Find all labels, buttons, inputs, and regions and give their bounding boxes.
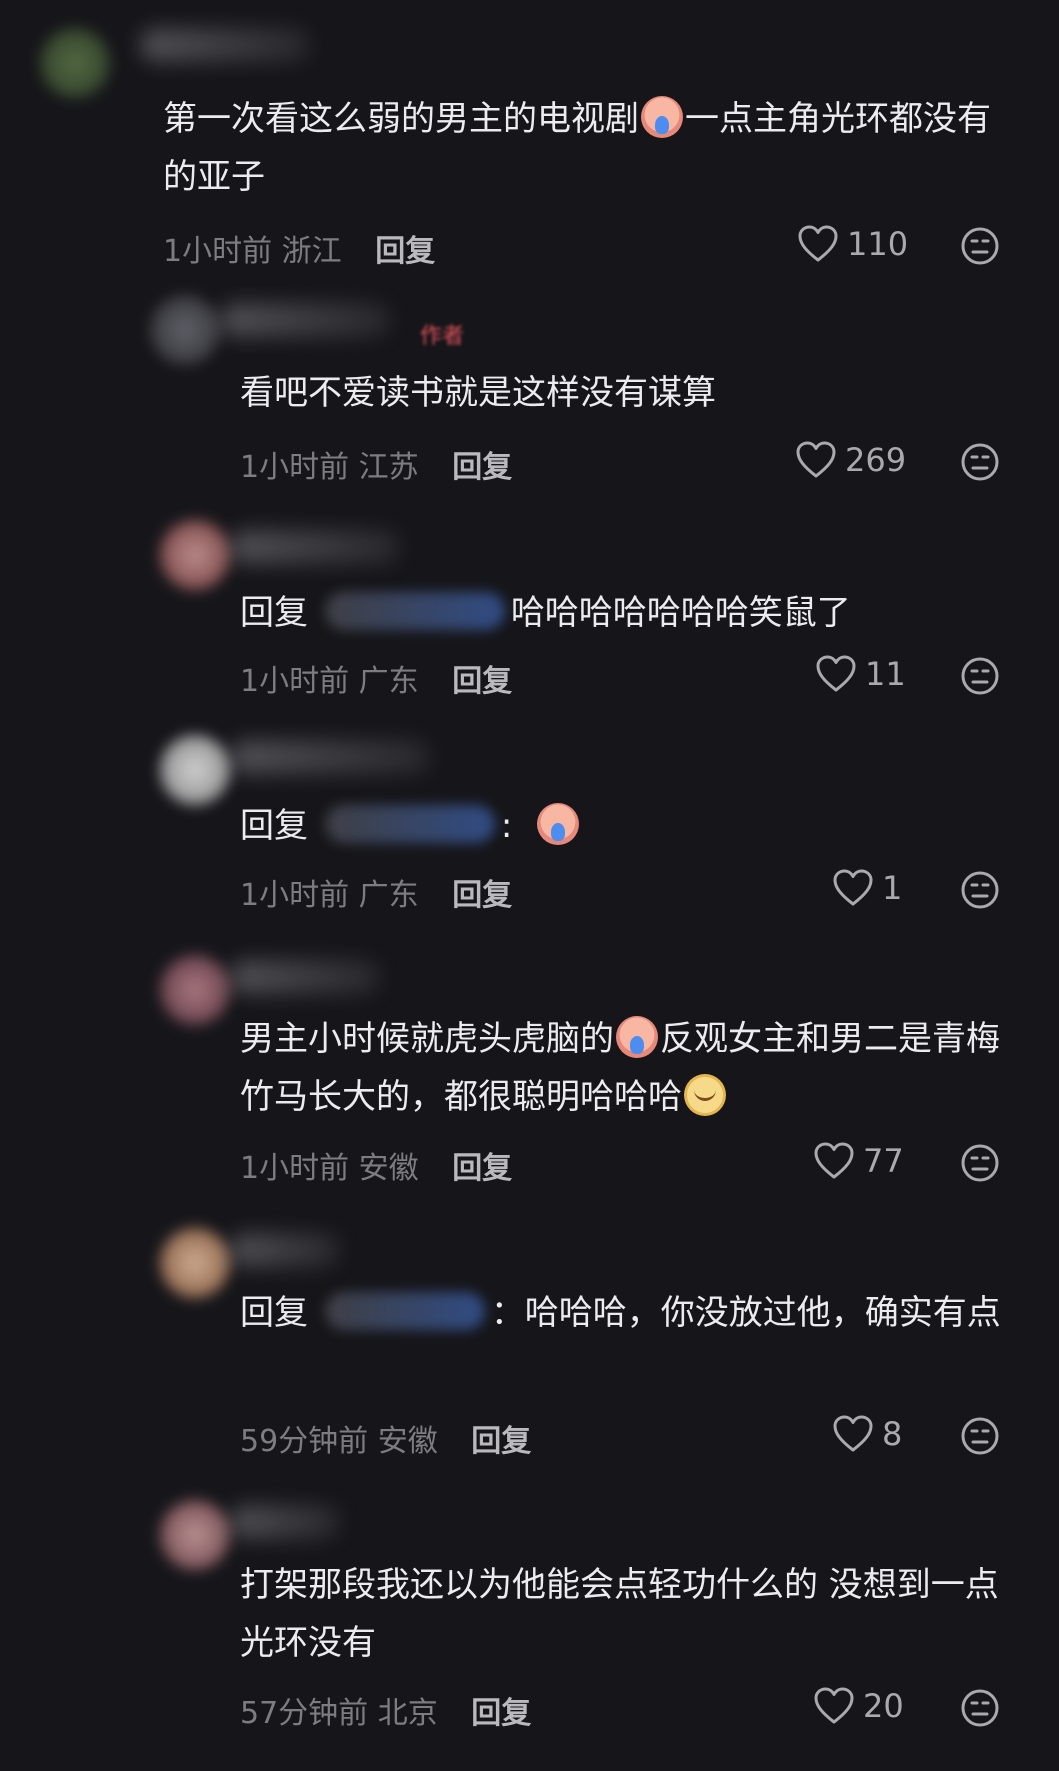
heart-icon [813, 1141, 855, 1181]
comment-meta: 1小时前 江苏 回复 [240, 442, 512, 486]
like-count: 11 [865, 655, 906, 693]
author-badge: 作者 [420, 324, 465, 349]
avatar[interactable] [150, 295, 220, 365]
comment-meta: 59分钟前 安徽 回复 [240, 1416, 531, 1460]
comment-location: 北京 [377, 1696, 438, 1731]
avatar[interactable] [40, 28, 110, 98]
comment-location: 江苏 [358, 450, 419, 485]
like-count: 8 [882, 1415, 903, 1453]
dislike-icon[interactable] [960, 1688, 1000, 1728]
comment-time: 1小时前 [163, 234, 273, 269]
username-blurred[interactable] [230, 530, 400, 564]
cry-emoji-icon [537, 803, 580, 845]
like-count: 20 [863, 1687, 904, 1725]
avatar[interactable] [160, 735, 230, 805]
avatar[interactable] [160, 520, 230, 590]
comment-text: 看吧不爱读书就是这样没有谋算 [240, 373, 716, 413]
comment-meta: 57分钟前 北京 回复 [240, 1688, 531, 1732]
comment-text: 回复 ：哈哈哈，你没放过他，确实有点 [240, 1284, 1020, 1342]
comment-location: 安徽 [358, 1151, 419, 1186]
heart-icon [832, 868, 874, 908]
username-blurred[interactable] [230, 960, 380, 994]
comment-meta: 1小时前 浙江 回复 [163, 226, 435, 270]
comment-time: 1小时前 [240, 1151, 350, 1186]
username-blurred[interactable] [230, 1233, 340, 1267]
comment-location: 安徽 [377, 1424, 438, 1459]
comment-time: 1小时前 [240, 664, 350, 699]
heart-icon [813, 1686, 855, 1726]
like-count: 77 [863, 1142, 904, 1180]
dislike-icon[interactable] [960, 442, 1000, 482]
comment-meta: 1小时前 广东 回复 [240, 870, 512, 914]
reply-button[interactable]: 回复 [452, 664, 512, 699]
comment-time: 57分钟前 [240, 1696, 369, 1731]
like-count: 110 [847, 225, 909, 263]
username-blurred[interactable] [140, 28, 310, 62]
cry-emoji-icon [641, 96, 683, 138]
comment-text-part: 男主小时候就虎头虎脑的 [240, 1019, 614, 1059]
reply-button[interactable]: 回复 [471, 1424, 531, 1459]
like-button[interactable]: 269 [795, 440, 906, 480]
reply-button[interactable]: 回复 [452, 1151, 512, 1186]
comment-meta: 1小时前 安徽 回复 [240, 1143, 512, 1187]
comment-text: 回复 : [240, 797, 1020, 855]
comment-location: 广东 [358, 878, 419, 913]
username-blurred[interactable] [230, 740, 430, 774]
comment-time: 1小时前 [240, 878, 350, 913]
like-button[interactable]: 77 [813, 1141, 904, 1181]
mention-blurred[interactable] [324, 592, 505, 630]
comment-time: 1小时前 [240, 450, 350, 485]
reply-prefix: 回复 [240, 1293, 308, 1333]
avatar[interactable] [160, 1500, 230, 1570]
like-button[interactable]: 1 [832, 868, 902, 908]
comment-text-part: ：哈哈哈，你没放过他，确实有点 [490, 1293, 1001, 1333]
dislike-icon[interactable] [960, 226, 1000, 266]
comment-text-part: : [500, 806, 513, 846]
like-button[interactable]: 11 [815, 654, 906, 694]
reply-button[interactable]: 回复 [452, 450, 512, 485]
reply-button[interactable]: 回复 [471, 1696, 531, 1731]
comment-time: 59分钟前 [240, 1424, 369, 1459]
like-count: 269 [845, 441, 907, 479]
comment-location: 广东 [358, 664, 419, 699]
dislike-icon[interactable] [960, 1143, 1000, 1183]
reply-prefix: 回复 [240, 806, 308, 846]
like-button[interactable]: 8 [832, 1414, 902, 1454]
mention-blurred[interactable] [324, 1292, 485, 1330]
avatar[interactable] [160, 955, 230, 1025]
username-blurred[interactable] [220, 303, 390, 337]
like-count: 1 [882, 869, 903, 907]
dislike-icon[interactable] [960, 870, 1000, 910]
username-blurred[interactable] [230, 1505, 340, 1539]
smug-emoji-icon [684, 1074, 726, 1116]
mention-blurred[interactable] [324, 805, 495, 843]
cry-emoji-icon [616, 1016, 658, 1058]
heart-icon [832, 1414, 874, 1454]
comment-text: 回复 哈哈哈哈哈哈哈笑鼠了 [240, 584, 1020, 642]
comment-meta: 1小时前 广东 回复 [240, 656, 512, 700]
heart-icon [797, 224, 839, 264]
comment-text-part: 哈哈哈哈哈哈哈笑鼠了 [510, 593, 851, 633]
dislike-icon[interactable] [960, 656, 1000, 696]
heart-icon [795, 440, 837, 480]
like-button[interactable]: 110 [797, 224, 908, 264]
comment-text: 第一次看这么弱的男主的电视剧 一点主角光环都没有的亚子 [163, 90, 1023, 206]
comment-text: 男主小时候就虎头虎脑的 反观女主和男二是青梅竹马长大的，都很聪明哈哈哈 [240, 1010, 1020, 1126]
dislike-icon[interactable] [960, 1416, 1000, 1456]
heart-icon [815, 654, 857, 694]
reply-prefix: 回复 [240, 593, 308, 633]
like-button[interactable]: 20 [813, 1686, 904, 1726]
comment-location: 浙江 [281, 234, 342, 269]
reply-button[interactable]: 回复 [375, 234, 435, 269]
avatar[interactable] [160, 1228, 230, 1298]
reply-button[interactable]: 回复 [452, 878, 512, 913]
comment-text-part: 第一次看这么弱的男主的电视剧 [163, 99, 639, 139]
comment-text: 打架那段我还以为他能会点轻功什么的 没想到一点光环没有 [240, 1565, 999, 1663]
